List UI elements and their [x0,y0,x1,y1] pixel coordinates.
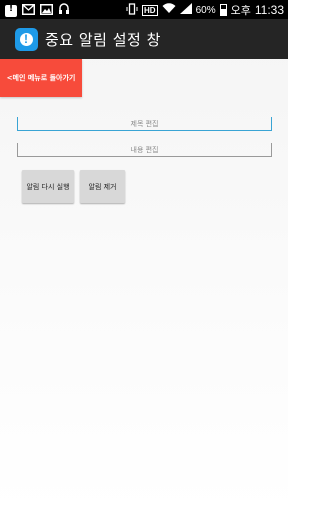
action-bar: 중요 알림 설정 창 [0,19,288,59]
screen: HD 60% 오후 11:33 중요 알림 설정 창 <메인 메뉴로 돌아가기 … [0,0,288,512]
image-icon [40,3,53,18]
battery-percent: 60% [195,4,216,16]
status-bar-left [5,3,70,18]
app-title: 중요 알림 설정 창 [45,31,161,49]
mail-icon [22,3,35,18]
remove-alert-button[interactable]: 알림 제거 [80,170,125,203]
content-edit-field[interactable] [17,143,272,157]
rerun-alert-button[interactable]: 알림 다시 실행 [22,170,74,203]
clock-time: 11:33 [254,3,284,17]
ampm-label: 오후 [230,5,251,17]
battery-icon [219,4,227,16]
vibrate-icon [126,2,138,18]
headset-icon [58,3,70,18]
notification-alert-icon [5,4,17,17]
hd-icon: HD [142,4,158,16]
status-bar-right: HD 60% 오후 11:33 [126,2,284,18]
status-bar: HD 60% 오후 11:33 [0,0,288,19]
signal-icon [179,3,192,17]
title-edit-field[interactable] [17,117,272,131]
alert-app-icon [15,28,38,51]
back-to-main-button[interactable]: <메인 메뉴로 돌아가기 [0,59,82,97]
wifi-icon [162,3,176,17]
